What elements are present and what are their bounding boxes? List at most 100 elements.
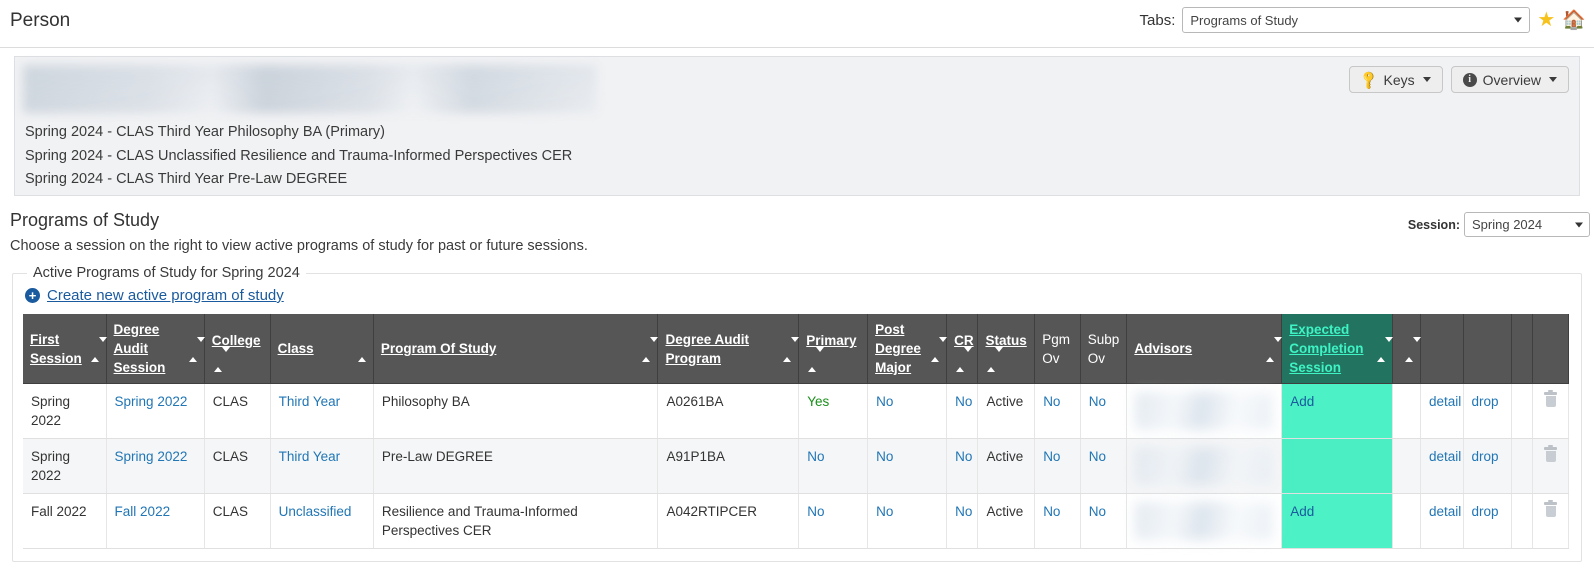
sort-toggle-icon[interactable] — [90, 336, 107, 362]
detail-link[interactable]: detail — [1429, 394, 1461, 409]
sort-toggle-icon[interactable] — [808, 346, 825, 372]
class-link[interactable]: Unclassified — [279, 504, 352, 519]
cell-primary: No — [798, 438, 869, 494]
top-bar: Person Tabs: Programs of Study ★ 🏠 — [0, 0, 1594, 48]
trash-icon[interactable] — [1544, 500, 1558, 517]
pgm-ov-link[interactable]: No — [1043, 504, 1060, 519]
cell-degree-audit-session: Fall 2022 — [106, 493, 205, 549]
cr-link[interactable]: No — [955, 504, 972, 519]
column-header-advisors[interactable]: Advisors — [1126, 314, 1283, 384]
session-select[interactable]: Spring 2024 — [1464, 212, 1590, 237]
chevron-down-icon — [1514, 17, 1523, 23]
detail-link[interactable]: detail — [1429, 504, 1461, 519]
program-of-study-value: Philosophy BA — [381, 394, 470, 409]
primary-link[interactable]: No — [807, 504, 824, 519]
column-header-label: Pgm Ov — [1042, 331, 1070, 366]
sort-toggle-icon[interactable] — [188, 336, 205, 362]
expected-completion-session-link[interactable]: Add — [1290, 504, 1314, 519]
detail-link[interactable]: detail — [1429, 449, 1461, 464]
subp-ov-link[interactable]: No — [1089, 449, 1106, 464]
cell-delete — [1532, 493, 1569, 549]
table-row: Spring 2022 Spring 2022 CLAS Third Year Phil… — [23, 383, 1569, 439]
page-title: Person — [10, 10, 71, 31]
degree-audit-session-link[interactable]: Fall 2022 — [115, 504, 171, 519]
sort-toggle-icon[interactable] — [642, 336, 659, 362]
column-header-first-session[interactable]: First Session — [23, 314, 107, 384]
column-header-col18 — [1532, 314, 1569, 384]
pgm-ov-link[interactable]: No — [1043, 449, 1060, 464]
column-header-col14[interactable] — [1392, 314, 1422, 384]
column-header-class[interactable]: Class — [270, 314, 374, 384]
cell-subp-ov: No — [1080, 493, 1128, 549]
program-of-study-value: Resilience and Trauma-Informed Perspecti… — [381, 504, 578, 538]
cell-college: CLAS — [204, 493, 271, 549]
sort-ascending-icon[interactable] — [357, 341, 367, 362]
drop-link[interactable]: drop — [1472, 449, 1499, 464]
sort-toggle-icon[interactable] — [213, 346, 230, 372]
cell-status: Active — [977, 383, 1036, 439]
drop-link[interactable]: drop — [1472, 504, 1499, 519]
sort-toggle-icon[interactable] — [1266, 336, 1283, 362]
plus-circle-icon: + — [25, 288, 40, 303]
expected-completion-session-link[interactable]: Add — [1290, 394, 1314, 409]
drop-link[interactable]: drop — [1472, 394, 1499, 409]
cr-link[interactable]: No — [955, 394, 972, 409]
cr-link[interactable]: No — [955, 449, 972, 464]
column-header-college[interactable]: College — [204, 314, 271, 384]
column-header-status[interactable]: Status — [977, 314, 1036, 384]
create-new-program-link[interactable]: + Create new active program of study — [25, 287, 1571, 304]
table-row: Spring 2022 Spring 2022 CLAS Third Year Pre-… — [23, 438, 1569, 494]
sort-toggle-icon[interactable] — [931, 336, 948, 362]
section-title: Programs of Study — [10, 210, 160, 230]
trash-icon[interactable] — [1544, 445, 1558, 462]
post-degree-major-link[interactable]: No — [876, 394, 893, 409]
home-icon[interactable]: 🏠 — [1562, 11, 1586, 30]
degree-audit-session-link[interactable]: Spring 2022 — [115, 449, 188, 464]
overview-button[interactable]: i Overview — [1450, 66, 1569, 93]
sort-toggle-icon[interactable] — [1376, 336, 1393, 362]
programs-table-wrapper: First Session Degree Audit Session College… — [23, 314, 1569, 549]
subp-ov-link[interactable]: No — [1089, 394, 1106, 409]
post-degree-major-link[interactable]: No — [876, 449, 893, 464]
redacted-advisors — [1135, 502, 1274, 540]
subp-ov-link[interactable]: No — [1089, 504, 1106, 519]
column-header-primary[interactable]: Primary — [798, 314, 869, 384]
post-degree-major-link[interactable]: No — [876, 504, 893, 519]
cell-detail: detail — [1420, 438, 1464, 494]
primary-value: Yes — [807, 394, 830, 409]
tabs-select-value: Programs of Study — [1190, 12, 1299, 28]
first-session-value: Fall 2022 — [31, 504, 87, 519]
sort-toggle-icon[interactable] — [783, 336, 800, 362]
cell-college: CLAS — [204, 438, 271, 494]
column-header-degree-audit-session[interactable]: Degree Audit Session — [106, 314, 205, 384]
cell-program-of-study: Philosophy BA — [373, 383, 659, 439]
keys-button[interactable]: 🔑 Keys — [1349, 66, 1443, 93]
sort-toggle-icon[interactable] — [987, 346, 1004, 372]
class-link[interactable]: Third Year — [279, 394, 341, 409]
class-link[interactable]: Third Year — [279, 449, 341, 464]
column-header-label: Class — [277, 341, 314, 356]
cell-pgm-ov: No — [1034, 383, 1081, 439]
column-header-program-of-study[interactable]: Program Of Study — [373, 314, 659, 384]
degree-audit-session-link[interactable]: Spring 2022 — [115, 394, 188, 409]
column-header-expected-completion-session[interactable]: Expected Completion Session — [1281, 314, 1393, 384]
trash-icon[interactable] — [1544, 390, 1558, 407]
star-icon[interactable]: ★ — [1537, 10, 1555, 30]
primary-link[interactable]: No — [807, 449, 824, 464]
cell-class: Third Year — [270, 438, 374, 494]
column-header-degree-audit-program[interactable]: Degree Audit Program — [657, 314, 800, 384]
tabs-select[interactable]: Programs of Study — [1182, 7, 1531, 33]
column-header-label: Program Of Study — [380, 341, 497, 356]
sort-toggle-icon[interactable] — [1405, 336, 1422, 362]
table-header: First Session Degree Audit Session College… — [23, 314, 1569, 384]
panel-button-group: 🔑 Keys i Overview — [1349, 66, 1569, 93]
column-header-post-degree-major[interactable]: Post Degree Major — [867, 314, 948, 384]
column-header-cr[interactable]: CR — [946, 314, 979, 384]
person-program-list: Spring 2024 - CLAS Third Year Philosophy… — [25, 121, 572, 192]
cell-post-degree-major: No — [867, 438, 948, 494]
cell-college: CLAS — [204, 383, 271, 439]
pgm-ov-link[interactable]: No — [1043, 394, 1060, 409]
status-value: Active — [986, 449, 1024, 464]
sort-toggle-icon[interactable] — [956, 346, 973, 372]
table-body: Spring 2022 Spring 2022 CLAS Third Year Phil… — [23, 383, 1569, 549]
